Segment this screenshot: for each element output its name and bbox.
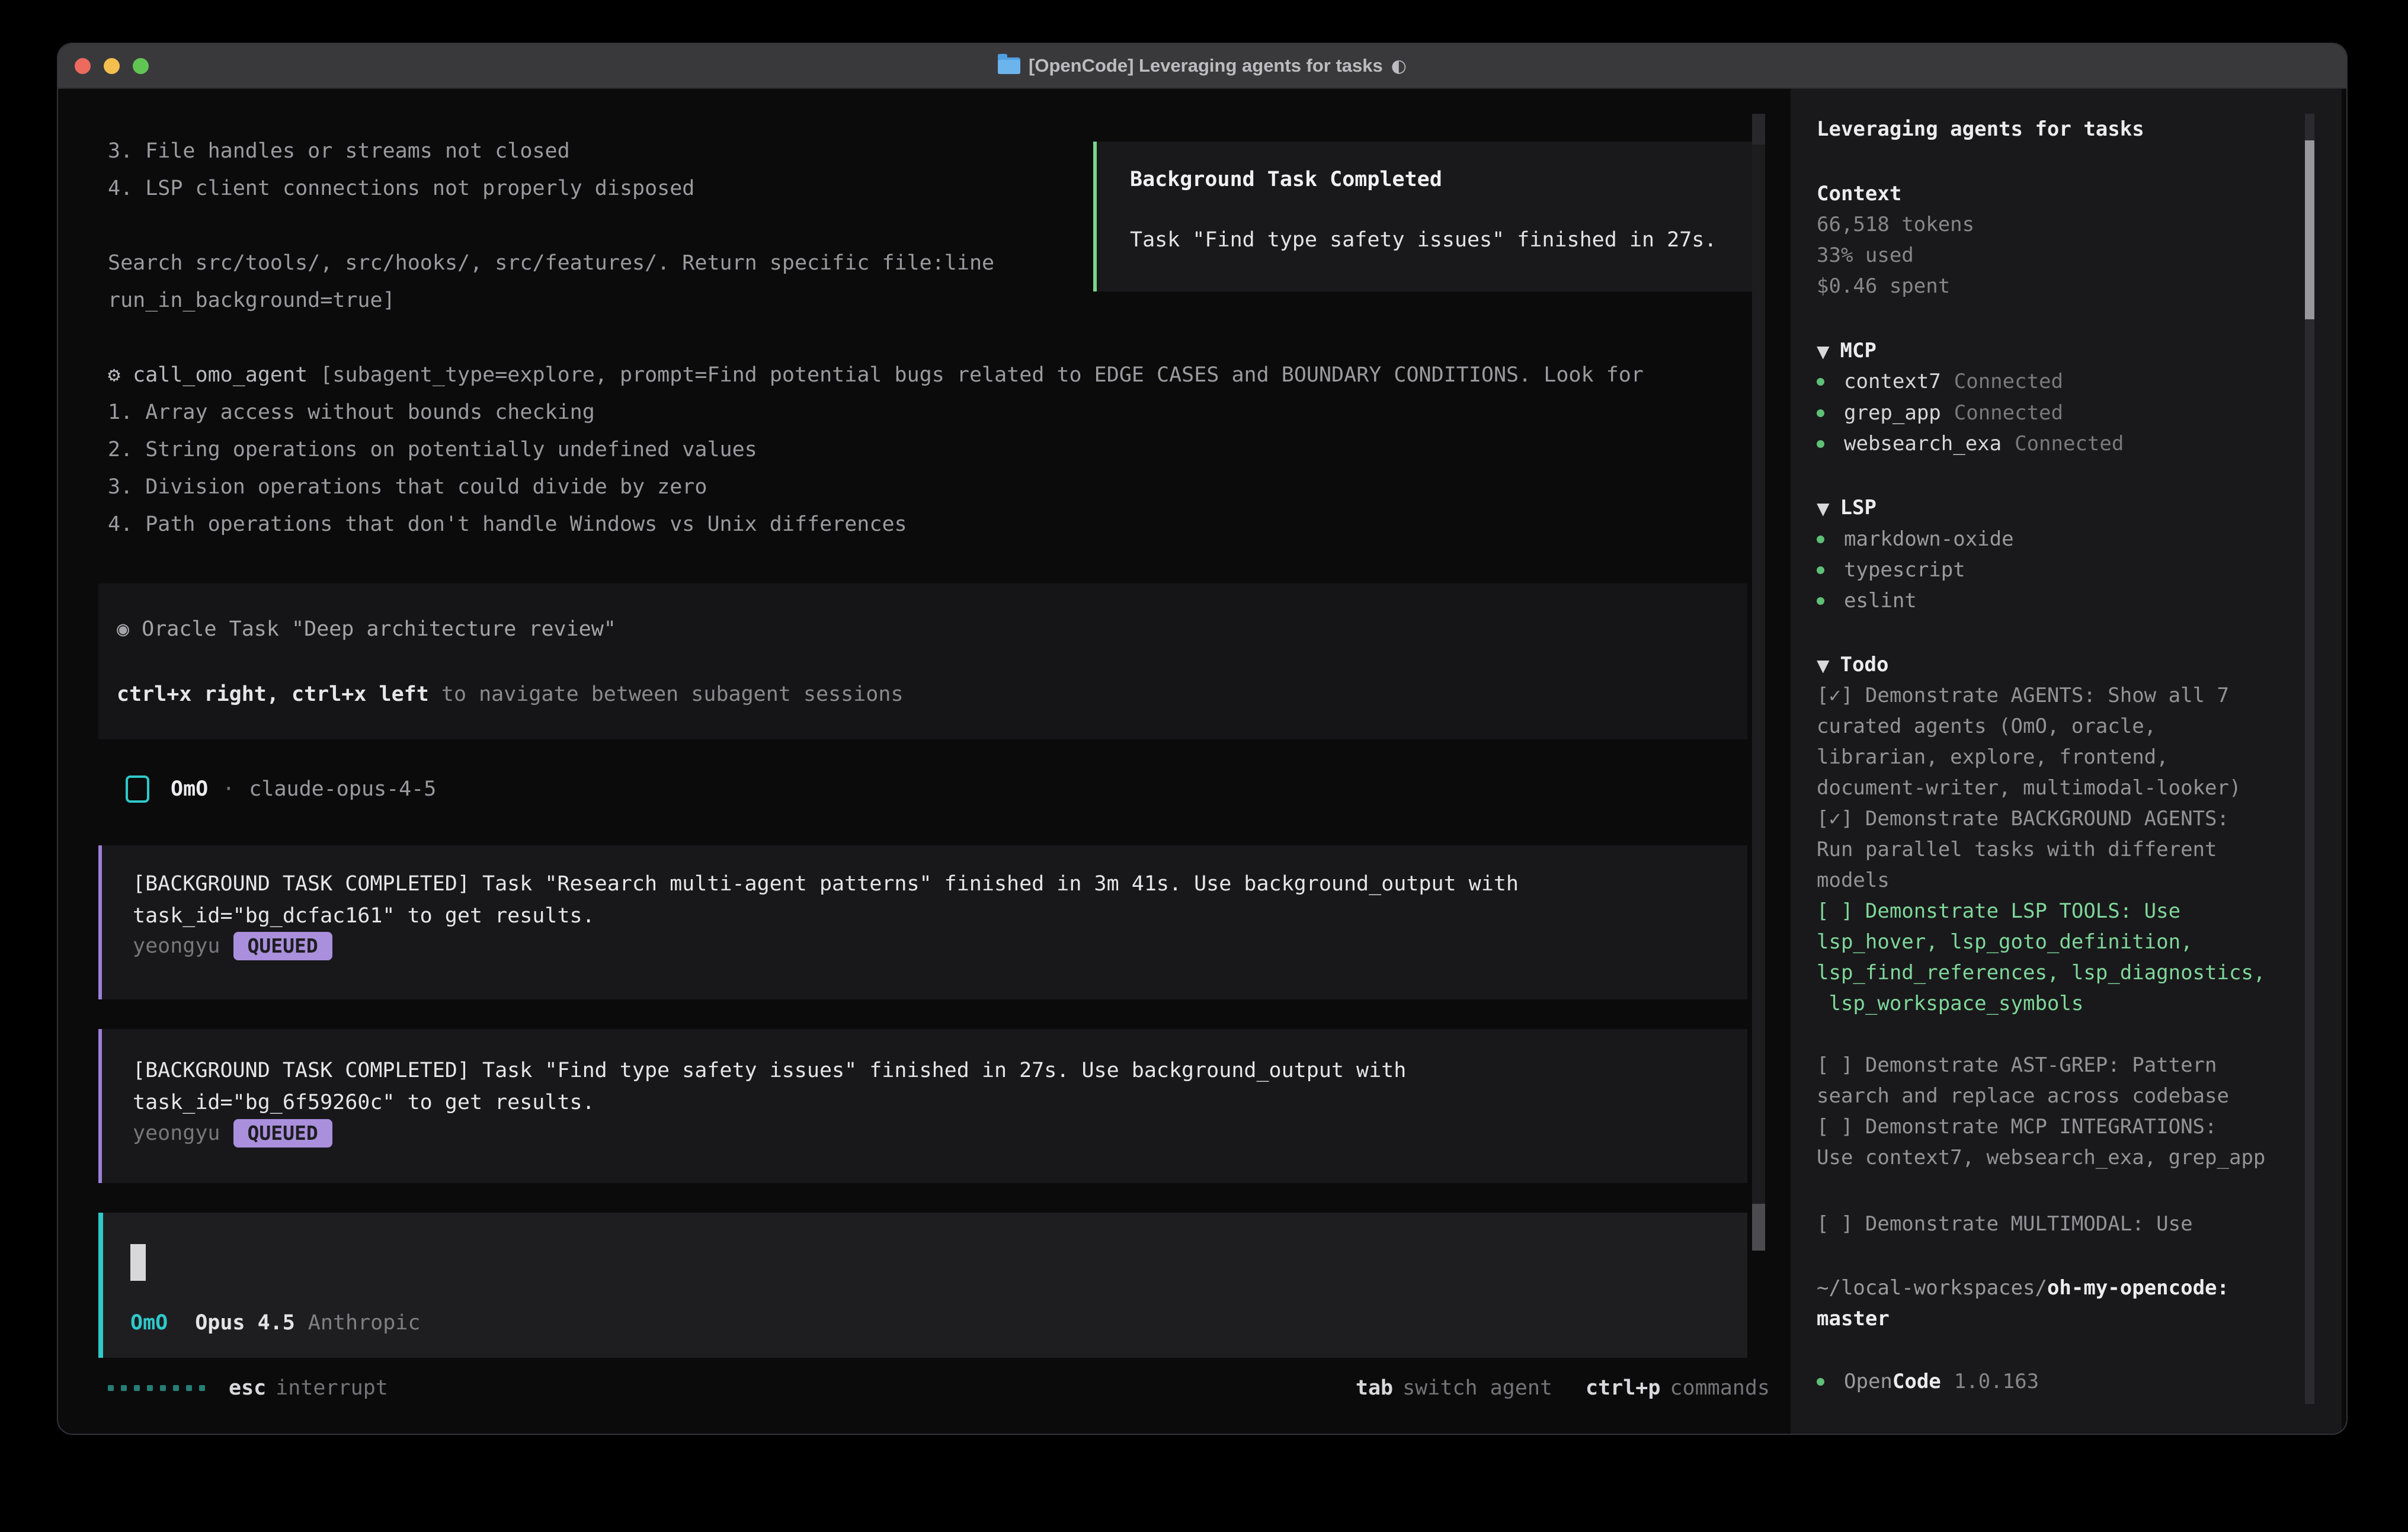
oracle-task-title: ◉ Oracle Task "Deep architecture review" [117, 611, 616, 648]
agent-model: claude-opus-4-5 [249, 777, 436, 801]
prompt-input[interactable]: OmO Opus 4.5 Anthropic [98, 1213, 1747, 1358]
status-dot-icon [1817, 409, 1824, 417]
status-bar: esc interrupt tab switch agent ctrl+p co… [108, 1373, 1770, 1403]
agent-separator: · [222, 777, 235, 801]
mcp-item: grep_appConnected [1817, 398, 2063, 428]
todo-active-item: [ ] Demonstrate LSP TOOLS: Use lsp_hover… [1817, 896, 2265, 1019]
context-used: 33% used [1817, 240, 1914, 271]
queued-status-badge: QUEUED [233, 1119, 332, 1148]
tool-call-line: ⚙ call_omo_agent [subagent_type=explore,… [108, 357, 1644, 394]
main-scrollbar[interactable] [1752, 114, 1765, 1208]
zoom-window-button[interactable] [133, 58, 149, 74]
context-spent: $0.46 spent [1817, 271, 1950, 302]
mcp-item: context7Connected [1817, 366, 2063, 397]
toast-body: Task "Find type safety issues" finished … [1130, 228, 1717, 252]
status-dot-icon [1817, 1378, 1824, 1386]
background-task-message: [BACKGROUND TASK COMPLETED] Task "Resear… [98, 845, 1747, 999]
status-dot-icon [1817, 378, 1824, 386]
esc-key-hint: esc [229, 1376, 266, 1400]
status-dot-icon [1817, 536, 1824, 543]
input-model-name: Opus 4.5 [195, 1311, 295, 1335]
window-title: [OpenCode] Leveraging agents for tasks [1029, 55, 1383, 76]
workspace-branch: master [1817, 1303, 1890, 1334]
task-author: yeongyu [133, 934, 220, 958]
esc-key-label: interrupt [276, 1376, 388, 1400]
session-sidebar: Leveraging agents for tasks Context 66,5… [1791, 89, 2342, 1435]
tab-key-label: switch agent [1402, 1376, 1552, 1400]
half-circle-icon: ◐ [1391, 56, 1407, 76]
tab-key-hint: tab [1356, 1376, 1393, 1400]
agent-checkbox-icon [126, 775, 149, 803]
version-row: Open Code 1.0.163 [1817, 1366, 2039, 1397]
todo-section-header[interactable]: ▼Todo [1817, 649, 1888, 680]
scrollback-text: 3. File handles or streams not closed 4.… [108, 133, 994, 319]
spinner-dots-icon [108, 1385, 205, 1391]
lsp-item: markdown-oxide [1817, 524, 2014, 555]
ctrlp-key-hint: ctrl+p [1586, 1376, 1660, 1400]
main-scrollbar-thumb[interactable] [1752, 1204, 1765, 1251]
lsp-section-header[interactable]: ▼LSP [1817, 492, 1877, 523]
oracle-navigation-hint: ctrl+x right, ctrl+x left to navigate be… [117, 676, 904, 713]
context-tokens: 66,518 tokens [1817, 209, 1974, 240]
status-dot-icon [1817, 440, 1824, 448]
titlebar: [OpenCode] Leveraging agents for tasks ◐ [58, 44, 2346, 89]
tool-call-name: ⚙ call_omo_agent [108, 363, 320, 387]
minimize-window-button[interactable] [104, 58, 120, 74]
todo-pending-more: [ ] Demonstrate MULTIMODAL: Use [1817, 1209, 2193, 1239]
close-window-button[interactable] [75, 58, 91, 74]
app-name-bold: Code [1893, 1370, 1941, 1393]
toast-title: Background Task Completed [1130, 168, 1442, 191]
model-info-row: OmO Opus 4.5 Anthropic [130, 1307, 420, 1338]
queued-status-badge: QUEUED [233, 932, 332, 960]
opencode-terminal-window: [OpenCode] Leveraging agents for tasks ◐… [57, 43, 2348, 1435]
status-dot-icon [1817, 597, 1824, 605]
agent-session-header: OmO · claude-opus-4-5 [126, 774, 436, 805]
collapse-arrow-icon: ▼ [1817, 499, 1830, 518]
lsp-item: eslint [1817, 585, 1917, 616]
folder-icon [998, 57, 1020, 74]
sidebar-scrollbar[interactable] [2305, 114, 2314, 1404]
task-message-text: [BACKGROUND TASK COMPLETED] Task "Find t… [133, 1055, 1406, 1118]
collapse-arrow-icon: ▼ [1817, 656, 1830, 675]
todo-done-items: [✓] Demonstrate AGENTS: Show all 7 curat… [1817, 680, 2241, 896]
hint-keys: ctrl+x right, ctrl+x left [117, 682, 429, 706]
task-author: yeongyu [133, 1121, 220, 1145]
context-heading: Context [1817, 178, 1901, 209]
input-provider-name: Anthropic [308, 1311, 421, 1335]
app-version: 1.0.163 [1954, 1370, 2039, 1393]
status-dot-icon [1817, 566, 1824, 574]
background-task-toast: Background Task Completed Task "Find typ… [1093, 142, 1760, 291]
hint-text: to navigate between subagent sessions [429, 682, 904, 706]
session-title: Leveraging agents for tasks [1817, 114, 2144, 145]
oracle-task-panel: ◉ Oracle Task "Deep architecture review"… [98, 584, 1747, 739]
background-task-message: [BACKGROUND TASK COMPLETED] Task "Find t… [98, 1029, 1747, 1183]
text-cursor [130, 1244, 146, 1281]
agent-name: OmO [171, 777, 208, 801]
task-message-text: [BACKGROUND TASK COMPLETED] Task "Resear… [133, 868, 1519, 932]
todo-pending-items: [ ] Demonstrate AST-GREP: Pattern search… [1817, 1050, 2265, 1173]
input-agent-name: OmO [130, 1311, 168, 1335]
mcp-section-header[interactable]: ▼MCP [1817, 335, 1877, 366]
lsp-item: typescript [1817, 555, 1965, 585]
tool-call-args: [subagent_type=explore, prompt=Find pote… [320, 363, 1644, 387]
sidebar-scrollbar-thumb[interactable] [2305, 140, 2314, 319]
ctrlp-key-label: commands [1670, 1376, 1770, 1400]
mcp-item: websearch_exaConnected [1817, 428, 2124, 459]
app-name-dim: Open [1844, 1370, 1893, 1393]
workspace-path: ~/local-workspaces/oh-my-opencode: [1817, 1273, 2229, 1303]
main-scrollbar-track-top [1752, 114, 1765, 145]
collapse-arrow-icon: ▼ [1817, 342, 1830, 361]
